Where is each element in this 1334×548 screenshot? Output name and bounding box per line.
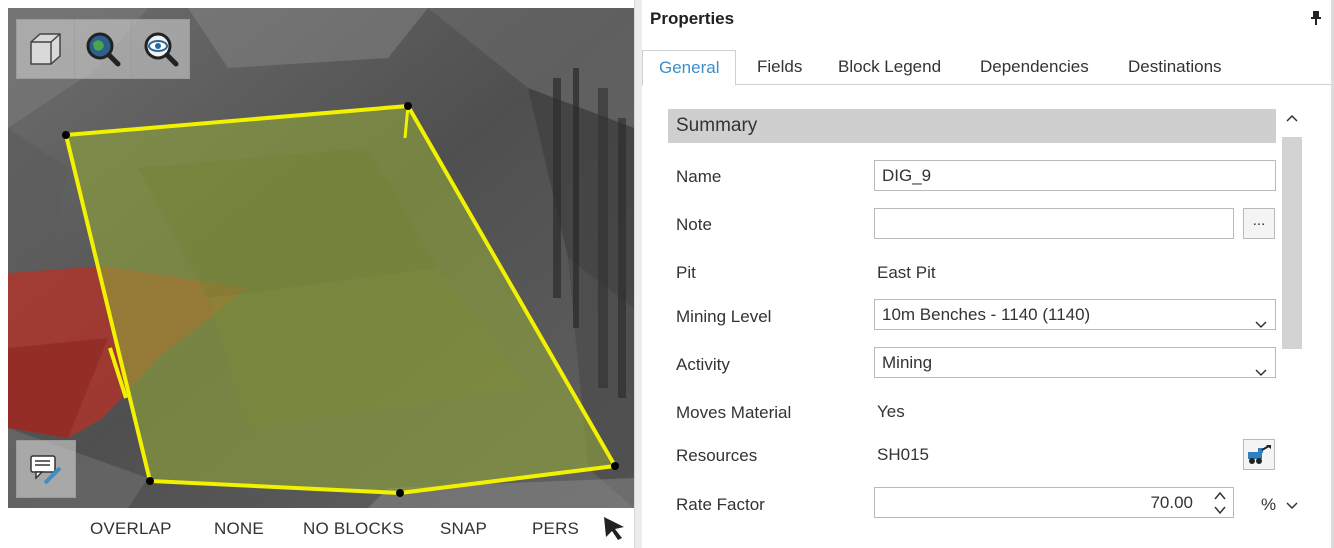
- scrollbar[interactable]: [1280, 109, 1304, 521]
- note-field[interactable]: [874, 208, 1234, 239]
- mining-level-select[interactable]: 10m Benches - 1140 (1140): [874, 299, 1276, 330]
- note-browse-button[interactable]: ...: [1243, 208, 1275, 239]
- shovel-truck-icon[interactable]: [1243, 439, 1275, 470]
- resources-value: SH015: [877, 445, 929, 464]
- tab-destinations[interactable]: Destinations: [1128, 50, 1222, 84]
- properties-panel: Properties General Fields Block Legend D…: [642, 0, 1334, 548]
- zoom-globe-icon[interactable]: [73, 20, 132, 78]
- scroll-up-icon[interactable]: [1285, 113, 1299, 123]
- scroll-down-icon[interactable]: [1285, 501, 1299, 511]
- chevron-down-icon[interactable]: [1255, 357, 1267, 386]
- rate-factor-label: Rate Factor: [676, 495, 765, 514]
- tab-strip: General Fields Block Legend Dependencies…: [642, 50, 1334, 86]
- section-summary[interactable]: Summary: [668, 109, 1276, 143]
- comment-edit-icon[interactable]: [16, 440, 76, 498]
- general-tab-content: Summary Name DIG_9 Note ... Pit East Pit…: [642, 85, 1334, 548]
- arrow-cursor-icon[interactable]: [600, 514, 628, 547]
- pit-label: Pit: [676, 263, 696, 282]
- chevron-down-icon[interactable]: [1255, 309, 1267, 338]
- status-none[interactable]: NONE: [214, 519, 264, 539]
- status-no-blocks[interactable]: NO BLOCKS: [303, 519, 404, 539]
- panel-title: Properties: [650, 9, 735, 28]
- 3d-box-view-icon[interactable]: [17, 20, 74, 78]
- name-label: Name: [676, 167, 722, 186]
- 3d-viewport[interactable]: [8, 8, 634, 508]
- tab-fields[interactable]: Fields: [757, 50, 802, 84]
- rate-factor-unit: %: [1261, 495, 1277, 514]
- activity-label: Activity: [676, 355, 730, 374]
- status-bar: OVERLAP NONE NO BLOCKS SNAP PERS: [8, 508, 634, 548]
- rate-factor-stepper[interactable]: 70.00: [874, 487, 1234, 518]
- tab-general[interactable]: General: [642, 50, 737, 86]
- spin-down-icon[interactable]: [1213, 504, 1227, 516]
- activity-value: Mining: [882, 353, 933, 372]
- resources-label: Resources: [676, 446, 758, 465]
- tab-block-legend[interactable]: Block Legend: [838, 50, 941, 84]
- mining-level-label: Mining Level: [676, 307, 772, 326]
- status-pers[interactable]: PERS: [532, 519, 579, 539]
- note-label: Note: [676, 215, 712, 234]
- moves-material-value: Yes: [877, 402, 905, 421]
- scroll-thumb[interactable]: [1282, 137, 1302, 349]
- spin-up-icon[interactable]: [1213, 490, 1227, 502]
- rate-factor-value: 70.00: [1150, 493, 1193, 512]
- pit-value: East Pit: [877, 263, 936, 282]
- name-field[interactable]: DIG_9: [874, 160, 1276, 191]
- pin-icon[interactable]: [1310, 11, 1322, 30]
- view-toolbar: [16, 19, 190, 79]
- status-snap[interactable]: SNAP: [440, 519, 487, 539]
- mining-level-value: 10m Benches - 1140 (1140): [882, 305, 1091, 324]
- viewport-scene[interactable]: [8, 8, 634, 508]
- activity-select[interactable]: Mining: [874, 347, 1276, 378]
- zoom-eye-icon[interactable]: [131, 20, 189, 78]
- tab-dependencies[interactable]: Dependencies: [980, 50, 1089, 84]
- status-overlap[interactable]: OVERLAP: [90, 519, 172, 539]
- moves-material-label: Moves Material: [676, 403, 792, 422]
